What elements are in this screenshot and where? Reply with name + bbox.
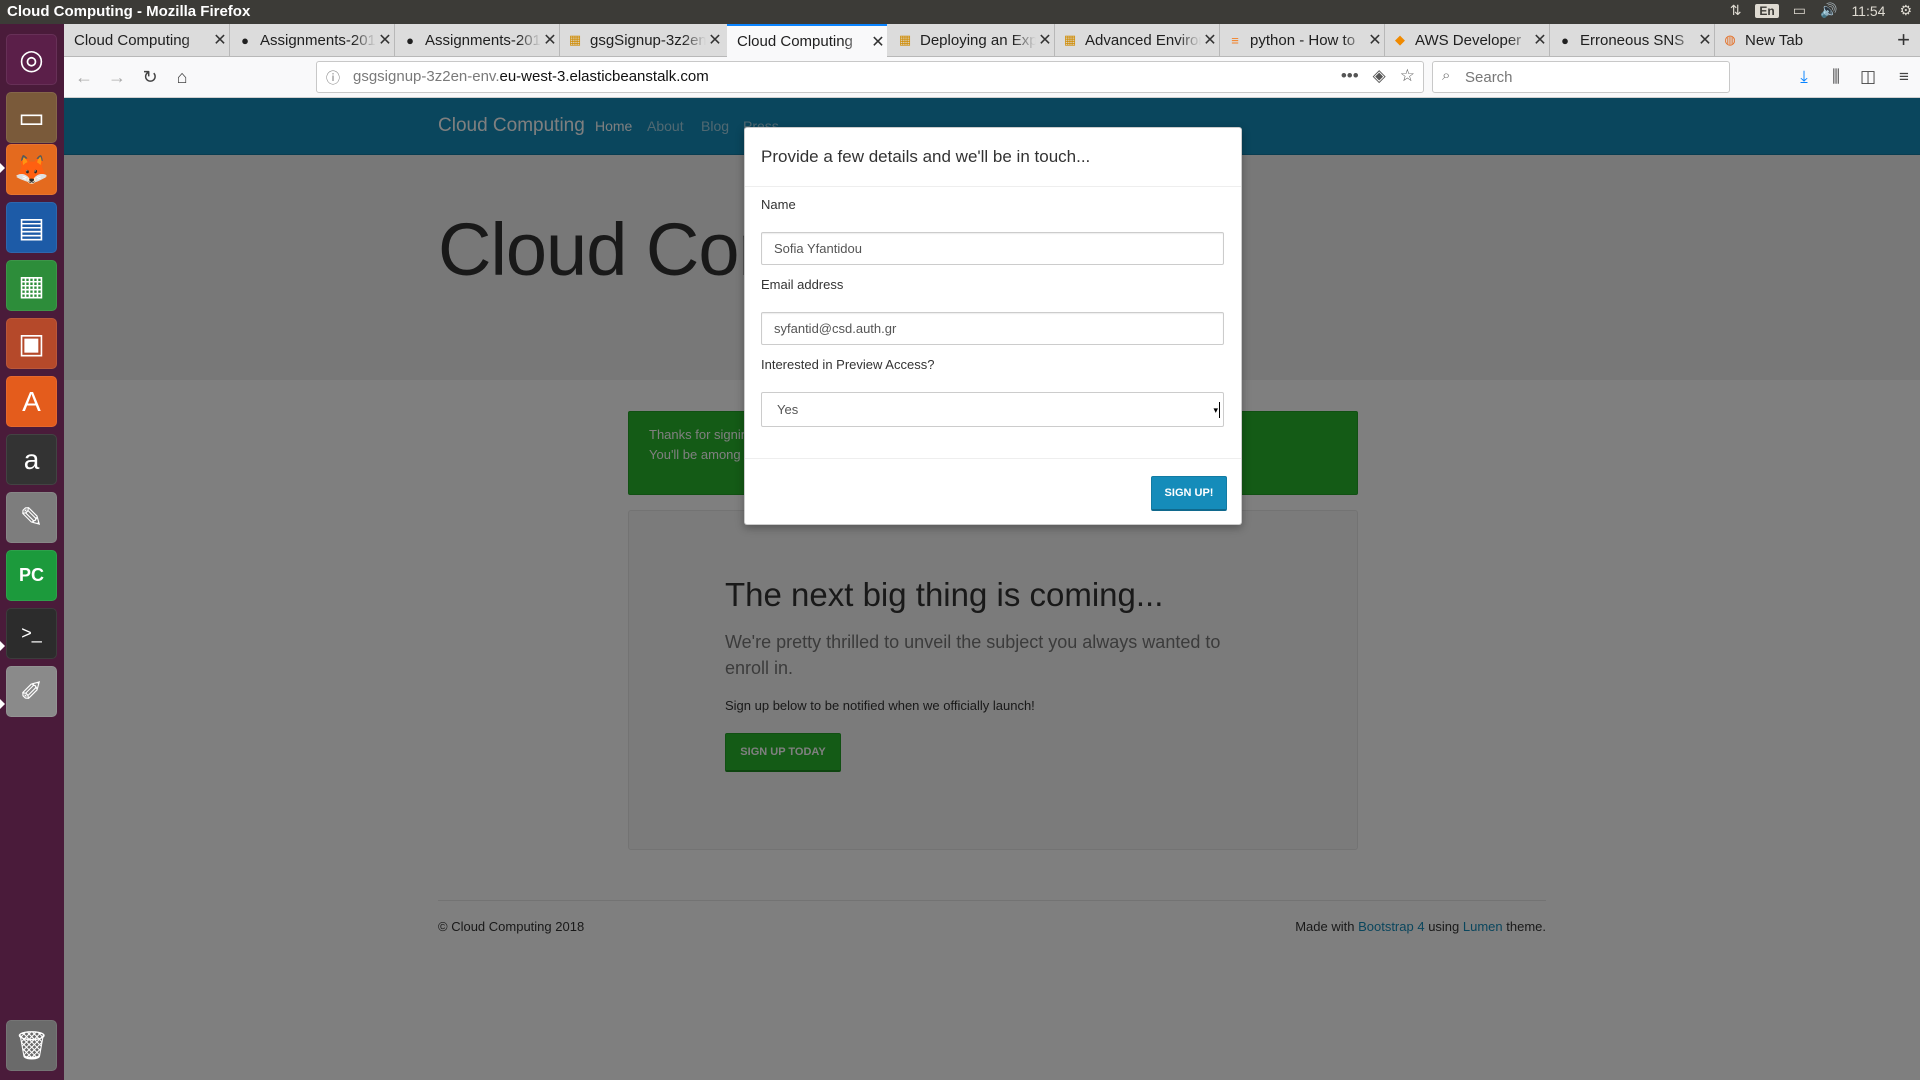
search-icon: ⌕ xyxy=(1442,67,1451,84)
page-content: Cloud Computing Home About Blog Press Cl… xyxy=(64,98,1920,1080)
bookmark-star-icon[interactable]: ☆ xyxy=(1400,66,1415,86)
launcher: ◎ ▭ 🦊 ▤ ▦ ▣ A a ✎ PC >_ ✐ 🗑 xyxy=(0,24,64,1080)
volume-icon[interactable]: 🔊 xyxy=(1820,2,1837,19)
forward-arrow-icon[interactable]: → xyxy=(105,65,129,89)
github-icon: ● xyxy=(406,32,414,48)
back-arrow-icon[interactable]: ← xyxy=(72,65,96,89)
tab-close-icon[interactable]: ✕ xyxy=(1201,30,1219,50)
text-editor-icon[interactable]: ✐ xyxy=(6,666,57,717)
home-icon[interactable]: ⌂ xyxy=(170,65,194,89)
stackoverflow-icon: ≡ xyxy=(1231,32,1239,48)
name-input[interactable] xyxy=(761,232,1224,265)
github-icon: ● xyxy=(241,32,249,48)
tab-close-icon[interactable]: ✕ xyxy=(376,30,394,50)
pocket-icon[interactable]: ◈ xyxy=(1373,66,1386,86)
settings-gear-icon[interactable]: ⚙ xyxy=(1899,2,1912,19)
firefox-icon[interactable]: 🦊 xyxy=(6,144,57,195)
library-icon[interactable]: ⫼ xyxy=(1824,65,1848,89)
network-icon[interactable]: ⇅ xyxy=(1730,2,1742,19)
tab-close-icon[interactable]: ✕ xyxy=(1036,30,1054,50)
url-bar[interactable]: ⓘ gsgsignup-3z2en-env.eu-west-3.elasticb… xyxy=(316,61,1424,93)
tab-advanced-environment[interactable]: ▦Advanced Environment✕ xyxy=(1054,24,1220,56)
writer-icon[interactable]: ▤ xyxy=(6,202,57,253)
sign-up-submit-button[interactable]: Sign Up! xyxy=(1151,476,1227,511)
tab-python-how-to[interactable]: ≡ python - How to ✕ xyxy=(1219,24,1385,56)
downloads-icon[interactable]: ⤓ xyxy=(1792,65,1816,89)
name-label: Name xyxy=(761,197,796,212)
window-title: Cloud Computing - Mozilla Firefox xyxy=(7,3,251,20)
aws-box-icon: ▦ xyxy=(898,32,912,47)
tab-close-icon[interactable]: ✕ xyxy=(541,30,559,50)
aws-box-icon: ▦ xyxy=(1063,32,1077,47)
tab-cloud-computing-1[interactable]: Cloud Computing ✕ xyxy=(64,24,230,56)
aws-box-icon: ▦ xyxy=(568,32,582,47)
system-top-panel: Cloud Computing - Mozilla Firefox ⇅ En ▭… xyxy=(0,0,1920,24)
email-input[interactable] xyxy=(761,312,1224,345)
tab-new-tab[interactable]: ◍New Tab✕ xyxy=(1714,24,1920,56)
system-settings-icon[interactable]: ✎ xyxy=(6,492,57,543)
tab-close-icon[interactable]: ✕ xyxy=(1696,30,1714,50)
url-text[interactable]: gsgsignup-3z2en-env.eu-west-3.elasticbea… xyxy=(353,68,709,85)
firefox-icon: ◍ xyxy=(1724,32,1736,47)
keyboard-layout-indicator[interactable]: En xyxy=(1755,3,1779,18)
amazon-icon[interactable]: a xyxy=(6,434,57,485)
tab-gsgsignup[interactable]: ▦ gsgSignup-3z2en ✕ xyxy=(559,24,724,56)
terminal-icon[interactable]: >_ xyxy=(6,608,57,659)
tab-close-icon[interactable]: ✕ xyxy=(869,32,887,52)
pycharm-icon[interactable]: PC xyxy=(6,550,57,601)
modal-title: Provide a few details and we'll be in to… xyxy=(761,147,1091,166)
tab-close-icon[interactable]: ✕ xyxy=(1531,30,1549,50)
preview-access-select[interactable]: Yes ▾ xyxy=(761,392,1224,427)
github-icon: ● xyxy=(1561,32,1569,48)
tab-assignments-1[interactable]: ● Assignments-2017 ✕ xyxy=(229,24,395,56)
search-bar[interactable]: ⌕ xyxy=(1432,61,1730,93)
battery-icon[interactable]: ▭ xyxy=(1793,2,1806,19)
search-input[interactable] xyxy=(1463,67,1717,87)
clock[interactable]: 11:54 xyxy=(1851,3,1885,19)
modal-header: Provide a few details and we'll be in to… xyxy=(745,128,1241,187)
tab-cloud-computing-active[interactable]: Cloud Computing ✕ xyxy=(727,24,887,57)
files-icon[interactable]: ▭ xyxy=(6,92,57,143)
chevron-down-icon: ▾ xyxy=(1213,402,1220,418)
modal-footer-divider xyxy=(745,458,1241,459)
site-info-icon[interactable]: ⓘ xyxy=(326,68,340,88)
tab-erroneous-sns[interactable]: ● Erroneous SNS ✕ xyxy=(1549,24,1715,56)
signup-modal: Provide a few details and we'll be in to… xyxy=(744,127,1242,525)
impress-icon[interactable]: ▣ xyxy=(6,318,57,369)
tab-close-icon[interactable]: ✕ xyxy=(1366,30,1384,50)
reload-icon[interactable]: ↻ xyxy=(138,65,162,89)
ubuntu-dash-icon[interactable]: ◎ xyxy=(6,34,57,85)
aws-cube-icon: ◆ xyxy=(1395,32,1405,47)
sidebar-icon[interactable]: ◫ xyxy=(1856,65,1880,89)
preview-access-label: Interested in Preview Access? xyxy=(761,357,935,372)
tab-close-icon[interactable]: ✕ xyxy=(211,30,229,50)
software-center-icon[interactable]: A xyxy=(6,376,57,427)
preview-access-value: Yes xyxy=(777,402,799,417)
tab-deploying-express[interactable]: ▦Deploying an Express✕ xyxy=(889,24,1055,56)
tab-aws-developer[interactable]: ◆ AWS Developer ✕ xyxy=(1384,24,1550,56)
trash-icon[interactable]: 🗑 xyxy=(6,1020,57,1071)
email-label: Email address xyxy=(761,277,844,292)
indicator-area: ⇅ En ▭ 🔊 11:54 ⚙ xyxy=(1730,2,1912,19)
tab-close-icon[interactable]: ✕ xyxy=(706,30,724,50)
page-actions-icon[interactable]: ••• xyxy=(1341,66,1359,86)
calc-icon[interactable]: ▦ xyxy=(6,260,57,311)
new-tab-plus-icon[interactable]: + xyxy=(1897,27,1910,53)
tab-bar: Cloud Computing ✕ ● Assignments-2017 ✕ ● Ass… xyxy=(64,24,1920,57)
tab-assignments-2[interactable]: ● Assignments-2017 ✕ xyxy=(394,24,560,56)
navigation-toolbar: ← → ↻ ⌂ ⓘ gsgsignup-3z2en-env.eu-west-3.… xyxy=(64,57,1920,98)
menu-hamburger-icon[interactable]: ≡ xyxy=(1892,65,1916,89)
